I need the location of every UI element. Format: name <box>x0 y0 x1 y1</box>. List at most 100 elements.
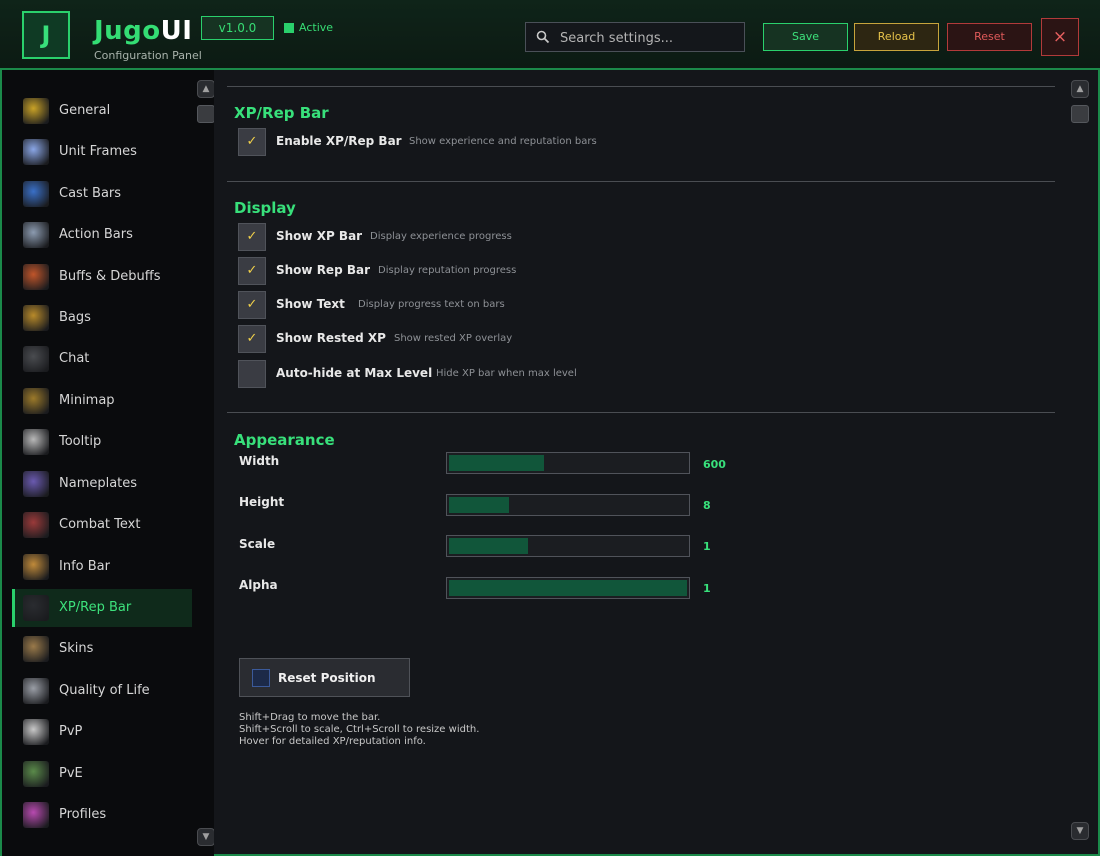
sidebar-item-quality-of-life[interactable]: Quality of Life <box>12 672 192 710</box>
sidebar-item-action-bars[interactable]: Action Bars <box>12 216 192 254</box>
sidebar-item-general[interactable]: General <box>12 92 192 130</box>
sidebar-scroll-down-button[interactable]: ▼ <box>197 828 215 846</box>
sidebar-item-pvp[interactable]: PvP <box>12 713 192 751</box>
sidebar-scroll-up-button[interactable]: ▲ <box>197 80 215 98</box>
sidebar-item-label: PvE <box>59 766 83 781</box>
help-line: Shift+Scroll to scale, Ctrl+Scroll to re… <box>239 724 480 735</box>
option-label: Auto-hide at Max Level <box>276 366 433 380</box>
option-description: Display experience progress <box>370 231 512 242</box>
sidebar-item-minimap[interactable]: Minimap <box>12 382 192 420</box>
reset-position-label: Reset Position <box>278 671 376 685</box>
sidebar-scroll-thumb[interactable] <box>197 105 215 123</box>
reload-button[interactable]: Reload <box>854 23 939 51</box>
search-icon <box>536 30 550 44</box>
sidebar-item-label: Bags <box>59 310 91 325</box>
sidebar-item-unit-frames[interactable]: Unit Frames <box>12 133 192 171</box>
sidebar-item-xp-rep-bar[interactable]: XP/Rep Bar <box>12 589 192 627</box>
sidebar-item-bags[interactable]: Bags <box>12 299 192 337</box>
search-input[interactable] <box>558 27 742 49</box>
chat-icon <box>23 346 49 372</box>
sidebar-item-pve[interactable]: PvE <box>12 755 192 793</box>
reset-position-icon <box>252 669 270 687</box>
info-icon <box>23 554 49 580</box>
sidebar-item-label: Tooltip <box>59 434 102 449</box>
width-slider-label: Width <box>239 454 280 468</box>
scale-slider[interactable] <box>446 535 690 557</box>
gear-icon <box>23 98 49 124</box>
status-text: Active <box>299 21 334 34</box>
sidebar-item-label: Skins <box>59 641 94 656</box>
sidebar-item-chat[interactable]: Chat <box>12 340 192 378</box>
height-slider-value: 8 <box>703 499 711 512</box>
combat-text-icon <box>23 512 49 538</box>
main-panel: ▲ ▼ XP/Rep Bar ✓ Enable XP/Rep Bar Show … <box>214 70 1100 856</box>
sidebar-item-buffs-debuffs[interactable]: Buffs & Debuffs <box>12 258 192 296</box>
sidebar-item-label: Action Bars <box>59 227 133 242</box>
option-description: Show experience and reputation bars <box>409 136 597 147</box>
app-name: Jugo <box>94 16 161 46</box>
option-description: Display progress text on bars <box>358 299 505 310</box>
buff-icon <box>23 264 49 290</box>
cast-icon <box>23 181 49 207</box>
sidebar-item-label: Profiles <box>59 807 107 822</box>
option-description: Hide XP bar when max level <box>436 368 577 379</box>
sidebar-item-label: XP/Rep Bar <box>59 600 132 615</box>
show-rested-xp-checkbox[interactable]: ✓ <box>238 325 266 353</box>
sidebar-item-nameplates[interactable]: Nameplates <box>12 465 192 503</box>
sidebar-item-cast-bars[interactable]: Cast Bars <box>12 175 192 213</box>
sidebar-item-tooltip[interactable]: Tooltip <box>12 423 192 461</box>
alpha-slider[interactable] <box>446 577 690 599</box>
width-slider-value: 600 <box>703 458 726 471</box>
search-box[interactable] <box>525 22 745 52</box>
enable-xp-rep-checkbox[interactable]: ✓ <box>238 128 266 156</box>
sidebar-item-label: Minimap <box>59 393 115 408</box>
hand-icon <box>23 222 49 248</box>
sidebar-item-combat-text[interactable]: Combat Text <box>12 506 192 544</box>
sidebar-item-label: Chat <box>59 351 90 366</box>
divider <box>227 412 1055 413</box>
save-button[interactable]: Save <box>763 23 848 51</box>
helmet-icon <box>23 678 49 704</box>
option-label: Show Text <box>276 297 345 311</box>
height-slider-label: Height <box>239 495 285 509</box>
main-scroll-thumb[interactable] <box>1071 105 1089 123</box>
show-rep-bar-checkbox[interactable]: ✓ <box>238 257 266 285</box>
main-scroll-down-button[interactable]: ▼ <box>1071 822 1089 840</box>
section-title-display: Display <box>234 199 296 217</box>
divider <box>227 181 1055 182</box>
sidebar-item-label: General <box>59 103 111 118</box>
width-slider[interactable] <box>446 452 690 474</box>
sidebar-item-profiles[interactable]: Profiles <box>12 796 192 834</box>
logo-letter: J <box>41 21 51 49</box>
sidebar-item-skins[interactable]: Skins <box>12 630 192 668</box>
height-slider[interactable] <box>446 494 690 516</box>
show-xp-bar-checkbox[interactable]: ✓ <box>238 223 266 251</box>
checkmark-icon: ✓ <box>246 331 258 346</box>
option-label: Enable XP/Rep Bar <box>276 134 402 148</box>
close-button[interactable]: × <box>1041 18 1079 56</box>
section-title-xp-rep: XP/Rep Bar <box>234 104 329 122</box>
sidebar-item-label: PvP <box>59 724 83 739</box>
sidebar-item-label: Combat Text <box>59 517 141 532</box>
version-badge: v1.0.0 <box>201 16 274 40</box>
scale-slider-label: Scale <box>239 537 276 551</box>
sidebar-item-label: Info Bar <box>59 559 110 574</box>
map-icon <box>23 388 49 414</box>
reset-button[interactable]: Reset <box>947 23 1032 51</box>
help-line: Shift+Drag to move the bar. <box>239 712 381 723</box>
pve-icon <box>23 761 49 787</box>
show-text-checkbox[interactable]: ✓ <box>238 291 266 319</box>
sidebar-item-info-bar[interactable]: Info Bar <box>12 548 192 586</box>
header: J JugoUI Configuration Panel v1.0.0 Acti… <box>0 0 1100 70</box>
sparkle-icon <box>23 139 49 165</box>
app-name-suffix: UI <box>160 16 193 46</box>
option-label: Show Rested XP <box>276 331 386 345</box>
auto-hide-at-max-level-checkbox[interactable] <box>238 360 266 388</box>
sidebar-item-label: Cast Bars <box>59 186 122 201</box>
option-label: Show XP Bar <box>276 229 363 243</box>
scale-slider-fill <box>449 538 528 554</box>
reset-position-button[interactable]: Reset Position <box>239 658 410 697</box>
main-scroll-up-button[interactable]: ▲ <box>1071 80 1089 98</box>
app-title: JugoUI <box>94 16 192 46</box>
option-label: Show Rep Bar <box>276 263 371 277</box>
